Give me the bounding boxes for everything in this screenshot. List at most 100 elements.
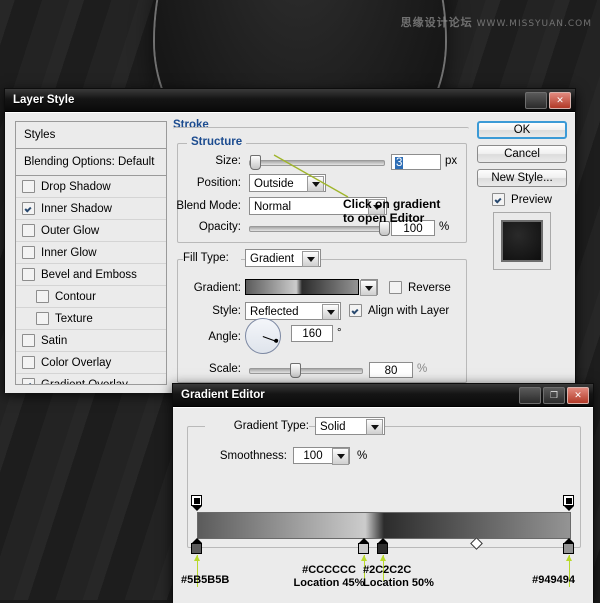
opacity-slider-track[interactable]: [249, 226, 385, 232]
color-stop-swatch[interactable]: [358, 543, 370, 554]
chevron-down-icon[interactable]: [322, 304, 339, 320]
size-unit: px: [445, 155, 458, 167]
stroke-settings-panel: Stroke Structure Size: 3 px Position: Ou…: [173, 119, 469, 385]
dialog-buttons: OK Cancel New Style... Preview: [477, 121, 567, 270]
chevron-down-icon[interactable]: [302, 251, 319, 267]
gradient-editor-body: Gradient Type: Solid Smoothness: 100 % #…: [173, 407, 593, 603]
checkbox-icon[interactable]: [22, 246, 35, 259]
color-stop-swatch[interactable]: [377, 543, 388, 554]
gradient-preset-dropdown[interactable]: [360, 279, 378, 296]
chevron-down-icon[interactable]: [332, 448, 349, 465]
checkbox-icon[interactable]: [22, 202, 35, 215]
annotation-label: #CCCCCC Location 45%: [283, 564, 375, 590]
position-select[interactable]: Outside: [249, 174, 326, 192]
layer-style-titlebar[interactable]: Layer Style ✕: [5, 89, 575, 112]
opacity-stop-swatch[interactable]: [563, 495, 574, 506]
effect-label: Satin: [41, 334, 68, 347]
minimize-icon[interactable]: [525, 92, 547, 109]
fill-type-select[interactable]: Gradient: [245, 249, 321, 267]
checkbox-icon[interactable]: [36, 290, 49, 303]
checkbox-icon[interactable]: [22, 378, 35, 384]
styles-list[interactable]: Styles Blending Options: Default Drop Sh…: [15, 121, 167, 385]
effect-row-inner-shadow[interactable]: Inner Shadow: [16, 198, 166, 220]
checkbox-icon[interactable]: [22, 356, 35, 369]
layer-style-dialog[interactable]: Layer Style ✕ Styles Blending Options: D…: [4, 88, 576, 393]
color-stop-swatch[interactable]: [563, 543, 574, 554]
effect-row-texture[interactable]: Texture: [16, 308, 166, 330]
scale-input[interactable]: 80: [369, 362, 413, 378]
gradient-type-select[interactable]: Solid: [315, 417, 385, 435]
effect-row-satin[interactable]: Satin: [16, 330, 166, 352]
checkbox-icon[interactable]: [22, 224, 35, 237]
color-stop-swatch[interactable]: [191, 543, 202, 554]
size-slider-track[interactable]: [249, 160, 385, 166]
align-with-layer-checkbox[interactable]: Align with Layer: [349, 304, 449, 317]
effect-row-color-overlay[interactable]: Color Overlay: [16, 352, 166, 374]
color-stop[interactable]: [563, 538, 575, 554]
annotation-location: Location 45%: [293, 577, 365, 589]
checkbox-icon[interactable]: [36, 312, 49, 325]
color-stop[interactable]: [358, 538, 370, 554]
opacity-stop[interactable]: [563, 495, 575, 511]
blend-mode-value: Normal: [254, 201, 292, 213]
close-icon[interactable]: ✕: [549, 92, 571, 109]
color-stop[interactable]: [191, 538, 203, 554]
gradient-label: Gradient:: [193, 282, 241, 294]
gradient-swatch[interactable]: [245, 279, 359, 295]
scale-slider-thumb[interactable]: [289, 363, 301, 378]
maximize-icon[interactable]: ❐: [543, 387, 565, 404]
opacity-stop[interactable]: [191, 495, 203, 511]
preview-label: Preview: [511, 193, 552, 206]
annotation-label: #5B5B5B: [181, 574, 273, 587]
checkbox-icon[interactable]: [22, 334, 35, 347]
smoothness-stepper[interactable]: [332, 447, 350, 465]
checkbox-icon[interactable]: [22, 268, 35, 281]
scale-slider-track[interactable]: [249, 368, 363, 374]
checkbox-icon[interactable]: [349, 304, 362, 317]
angle-dial[interactable]: [245, 318, 281, 354]
smoothness-input[interactable]: 100: [293, 447, 333, 464]
size-slider-thumb[interactable]: [250, 155, 262, 170]
layer-style-titlebar-buttons: ✕: [525, 92, 571, 109]
effects-rows: Drop Shadow Inner Shadow Outer Glow Inner G…: [16, 176, 166, 385]
effect-label: Gradient Overlay: [41, 378, 128, 385]
effect-label: Drop Shadow: [41, 180, 111, 193]
chevron-down-icon[interactable]: [360, 280, 377, 296]
align-label: Align with Layer: [368, 304, 450, 317]
structure-title: Structure: [187, 136, 247, 148]
watermark-url-text: WWW.MISSYUAN.COM: [476, 19, 592, 29]
layer-style-title: Layer Style: [13, 94, 75, 106]
styles-list-header[interactable]: Styles: [16, 122, 166, 149]
chevron-down-icon[interactable]: [366, 419, 383, 435]
angle-input[interactable]: 160: [291, 325, 333, 342]
opacity-stop-swatch[interactable]: [191, 495, 202, 506]
checkbox-icon[interactable]: [389, 281, 402, 294]
reverse-checkbox[interactable]: Reverse: [389, 281, 451, 294]
new-style-button[interactable]: New Style...: [477, 169, 567, 187]
blending-options-row[interactable]: Blending Options: Default: [16, 149, 166, 176]
chevron-down-icon[interactable]: [307, 176, 324, 192]
effect-row-gradient-overlay[interactable]: Gradient Overlay: [16, 374, 166, 385]
smoothness-label: Smoothness:: [219, 450, 287, 462]
style-label: Style:: [212, 305, 241, 317]
close-icon[interactable]: ✕: [567, 387, 589, 404]
effect-row-inner-glow[interactable]: Inner Glow: [16, 242, 166, 264]
effect-row-bevel-and-emboss[interactable]: Bevel and Emboss: [16, 264, 166, 286]
checkbox-icon[interactable]: [492, 193, 506, 206]
gradient-editor-dialog[interactable]: Gradient Editor ❐ ✕ Gradient Type: Solid…: [172, 383, 594, 603]
callout-text: Click on gradient to open Editor: [343, 197, 467, 225]
angle-unit: °: [337, 327, 342, 339]
callout-line-1: Click on gradient: [343, 197, 441, 211]
effect-row-outer-glow[interactable]: Outer Glow: [16, 220, 166, 242]
cancel-button[interactable]: Cancel: [477, 145, 567, 163]
minimize-icon[interactable]: [519, 387, 541, 404]
preview-checkbox[interactable]: Preview: [477, 193, 567, 206]
color-stop[interactable]: [377, 538, 389, 554]
effect-row-contour[interactable]: Contour: [16, 286, 166, 308]
checkbox-icon[interactable]: [22, 180, 35, 193]
gradient-editor-titlebar[interactable]: Gradient Editor ❐ ✕: [173, 384, 593, 407]
ok-button[interactable]: OK: [477, 121, 567, 139]
size-input[interactable]: 3: [391, 154, 441, 170]
effect-row-drop-shadow[interactable]: Drop Shadow: [16, 176, 166, 198]
gradient-ramp[interactable]: [197, 512, 571, 539]
